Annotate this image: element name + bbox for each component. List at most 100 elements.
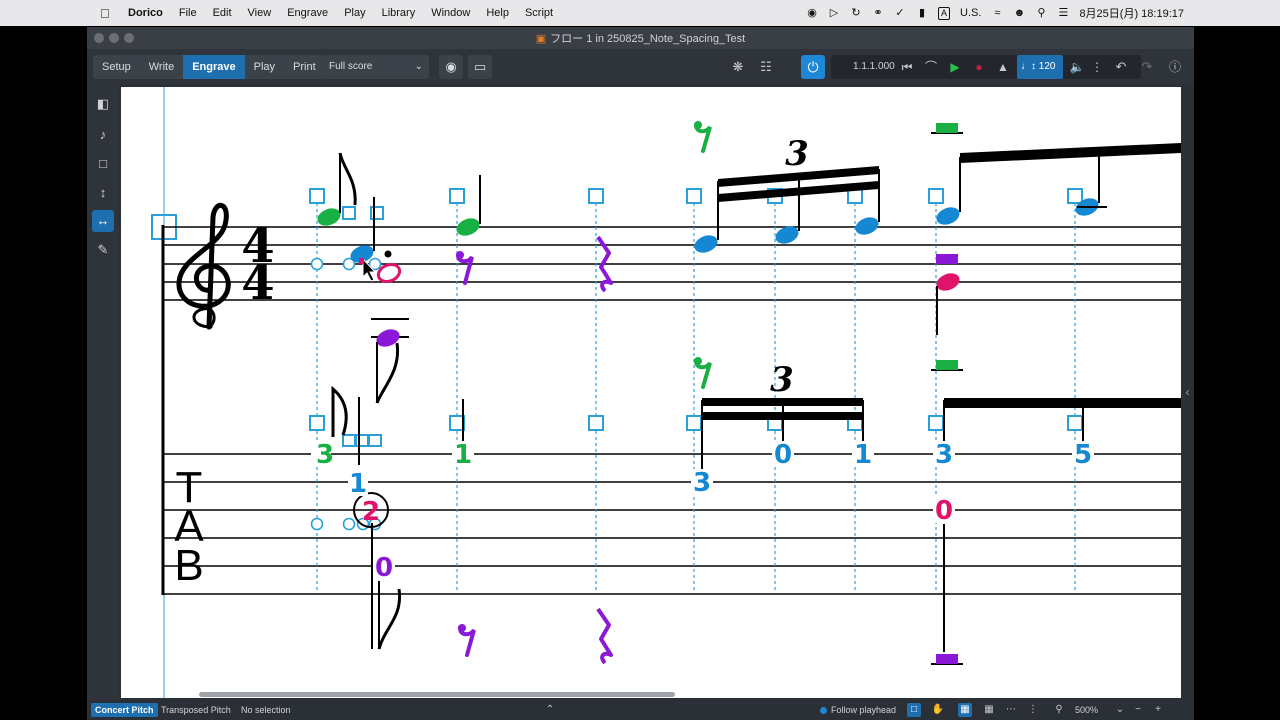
note-magenta-2[interactable] — [934, 270, 962, 335]
time-machine-icon[interactable]: ↻ — [850, 7, 862, 19]
more-options-icon[interactable]: ⋮ — [1087, 55, 1107, 79]
zoom-out-icon[interactable]: − — [1131, 703, 1145, 717]
zoom-in-icon[interactable]: + — [1151, 703, 1165, 717]
layout-select[interactable]: Full score ⌄ — [323, 55, 429, 79]
tab-number-11[interactable]: 0 — [935, 496, 953, 526]
menu-app[interactable]: Dorico — [128, 7, 163, 19]
rest-purple-4[interactable] — [596, 607, 613, 665]
tab-number-1[interactable]: 3 — [316, 440, 334, 470]
user-icon[interactable]: ☻ — [1013, 7, 1026, 19]
follow-playhead-toggle[interactable]: Follow playhead — [820, 703, 896, 717]
video-reel-icon[interactable]: ❋ — [728, 55, 748, 79]
note-blue-beam[interactable] — [934, 143, 1181, 228]
rest-purple-whole[interactable] — [936, 254, 958, 264]
tab-write[interactable]: Write — [140, 55, 183, 79]
menu-script[interactable]: Script — [525, 7, 553, 19]
tab-number-4[interactable]: 0 — [375, 553, 393, 583]
mixer-icon[interactable]: ☷ — [756, 55, 776, 79]
tab-engrave[interactable]: Engrave — [183, 55, 245, 79]
input-source-icon[interactable]: A — [938, 6, 951, 20]
close-window-button[interactable] — [94, 33, 104, 43]
tab-number-2[interactable]: 1 — [349, 469, 367, 499]
search-icon[interactable]: ⚲ — [1035, 7, 1047, 19]
spreads-icon[interactable]: ⋯ — [1004, 703, 1018, 717]
rewind-to-start-icon[interactable]: ⏮ — [897, 55, 917, 79]
grid-view-icon[interactable]: ▦ — [982, 703, 996, 717]
grace-spacing-handles[interactable] — [310, 257, 382, 531]
playhead-position[interactable]: 1.1.1.000 — [853, 55, 895, 79]
apple-icon[interactable]:  — [100, 6, 114, 21]
pen-icon[interactable]: ✎ — [92, 239, 114, 261]
minimize-window-button[interactable] — [109, 33, 119, 43]
battery-icon[interactable]: ▮ — [916, 7, 928, 19]
menu-file[interactable]: File — [179, 7, 197, 19]
single-page-icon[interactable]: ⋮ — [1026, 703, 1040, 717]
mute-icon[interactable]: ✓ — [894, 7, 906, 19]
help-icon[interactable]: ⓘ — [1165, 55, 1185, 79]
undo-icon[interactable]: ↶ — [1111, 55, 1131, 79]
rest-purple-3[interactable] — [458, 624, 476, 657]
menu-edit[interactable]: Edit — [213, 7, 232, 19]
tab-number-7[interactable]: 0 — [774, 440, 792, 470]
rest-purple-1[interactable] — [456, 251, 474, 285]
rest-purple-whole-tab[interactable] — [931, 654, 963, 665]
zoom-window-button[interactable] — [124, 33, 134, 43]
chevron-up-icon[interactable]: ⌃ — [543, 703, 557, 717]
menu-play[interactable]: Play — [344, 7, 365, 19]
rest-green-whole[interactable] — [931, 123, 963, 134]
menu-help[interactable]: Help — [486, 7, 509, 19]
select-tool-icon[interactable]: □ — [907, 703, 921, 717]
input-region[interactable]: U.S. — [960, 7, 981, 19]
metronome-curve-icon[interactable]: ⌒ — [921, 55, 941, 79]
note-spacing-icon[interactable]: ↔ — [92, 210, 114, 232]
transposed-pitch-button[interactable]: Transposed Pitch — [157, 703, 235, 717]
rest-green-1[interactable] — [694, 121, 712, 153]
panel-toggle-icon[interactable]: ◧ — [92, 93, 114, 115]
tab-setup[interactable]: Setup — [93, 55, 140, 79]
record-icon[interactable]: ◉ — [806, 7, 818, 19]
power-icon[interactable]: ⏻ — [801, 55, 825, 79]
note-green-2[interactable] — [454, 175, 482, 239]
tempo-display[interactable]: ♩↕ 120 — [1017, 55, 1063, 79]
rest-green-tab[interactable] — [694, 357, 712, 389]
tab-number-6[interactable]: 3 — [693, 468, 711, 498]
redo-icon[interactable]: ↷ — [1137, 55, 1157, 79]
wifi-icon[interactable]: ≈ — [991, 7, 1003, 19]
headphones-icon[interactable]: ⚭ — [872, 7, 884, 19]
record-button-icon[interactable]: ● — [969, 55, 989, 79]
tab-play[interactable]: Play — [245, 55, 284, 79]
menu-view[interactable]: View — [248, 7, 272, 19]
menu-window[interactable]: Window — [431, 7, 470, 19]
zoom-chevron-icon[interactable]: ⌄ — [1113, 703, 1127, 717]
speaker-icon[interactable]: 🔈 — [1067, 55, 1087, 79]
eye-icon[interactable]: ◉ — [439, 55, 463, 79]
control-center-icon[interactable]: ☰ — [1057, 7, 1069, 19]
note-blue-triplet[interactable] — [692, 166, 881, 256]
menu-engrave[interactable]: Engrave — [287, 7, 328, 19]
tab-number-3[interactable]: 2 — [362, 497, 380, 527]
right-panel-toggle[interactable]: ‹ — [1181, 87, 1194, 698]
tab-number-8[interactable]: 1 — [854, 440, 872, 470]
score-canvas[interactable]: 4 4 T A B 3 3 3 1 2 0 1 3 0 1 3 5 0 — [121, 87, 1181, 698]
clock[interactable]: 8月25日(月) 18:19:17 — [1079, 5, 1184, 21]
tab-number-9[interactable]: 3 — [935, 440, 953, 470]
concert-pitch-button[interactable]: Concert Pitch — [91, 703, 158, 717]
note-purple-1[interactable] — [371, 318, 409, 404]
zoom-icon[interactable]: ⚲ — [1052, 703, 1066, 717]
play-circle-icon[interactable]: ▷ — [828, 7, 840, 19]
tab-number-5[interactable]: 1 — [454, 440, 472, 470]
play-icon[interactable]: ▶ — [945, 55, 965, 79]
tab-print[interactable]: Print — [284, 55, 325, 79]
staff-spacing-icon[interactable]: ↕ — [92, 182, 114, 204]
horizontal-scrollbar[interactable] — [199, 692, 675, 697]
menu-library[interactable]: Library — [382, 7, 416, 19]
frame-icon[interactable]: □ — [92, 153, 114, 175]
hand-tool-icon[interactable]: ✋ — [931, 703, 945, 717]
view-type-icon[interactable]: ▭ — [468, 55, 492, 79]
click-metronome-icon[interactable]: ▲ — [993, 55, 1013, 79]
tab-number-10[interactable]: 5 — [1074, 440, 1092, 470]
page-view-icon[interactable]: ▦ — [958, 703, 972, 717]
graphic-edit-note-icon[interactable]: ♪ — [92, 124, 114, 146]
zoom-level[interactable]: 500% — [1075, 703, 1098, 717]
chevron-down-icon: ⌄ — [414, 61, 423, 72]
